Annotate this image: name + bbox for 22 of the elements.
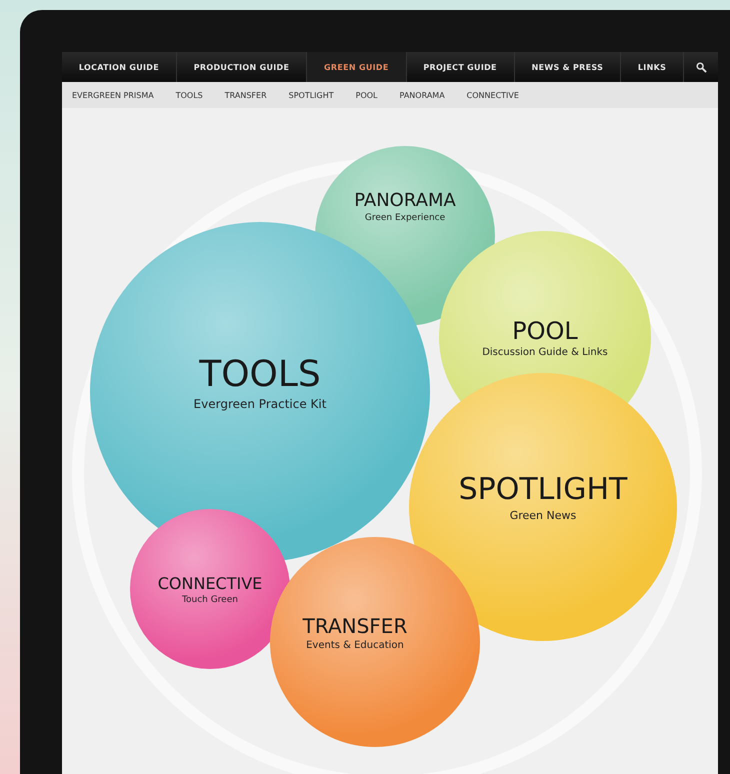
bubble-title: SPOTLIGHT	[458, 472, 628, 507]
search-icon[interactable]	[696, 62, 707, 72]
bubble-title: PANORAMA	[354, 190, 456, 210]
bubble-subtitle: Evergreen Practice Kit	[194, 396, 326, 410]
bubble-subtitle: Green News	[510, 509, 576, 522]
sub-nav-link[interactable]: SPOTLIGHT	[288, 90, 334, 100]
sub-nav-link[interactable]: POOL	[356, 90, 378, 100]
bubble-subtitle: Discussion Guide & Links	[482, 346, 608, 358]
nav-tab[interactable]: GREEN GUIDE	[307, 52, 407, 82]
bubble-title: TRANSFER	[302, 614, 408, 638]
sub-nav-link[interactable]: CONNECTIVE	[466, 90, 519, 100]
sub-nav-link[interactable]: TRANSFER	[224, 90, 267, 100]
bubble-title: TOOLS	[199, 354, 321, 394]
bubble-subtitle: Touch Green	[182, 594, 238, 604]
bubble-subtitle: Events & Education	[306, 640, 404, 650]
bubble-title: CONNECTIVE	[158, 574, 262, 592]
bubble-title: POOL	[512, 316, 578, 344]
sub-nav-link[interactable]: PANORAMA	[400, 90, 445, 100]
bubble-subtitle: Green Experience	[364, 212, 446, 222]
sub-nav-link[interactable]: TOOLS	[176, 90, 203, 100]
category-bubble[interactable]: TRANSFER Events & Education	[270, 537, 480, 747]
sub-nav-link[interactable]: EVERGREEN PRISMA	[72, 90, 154, 100]
